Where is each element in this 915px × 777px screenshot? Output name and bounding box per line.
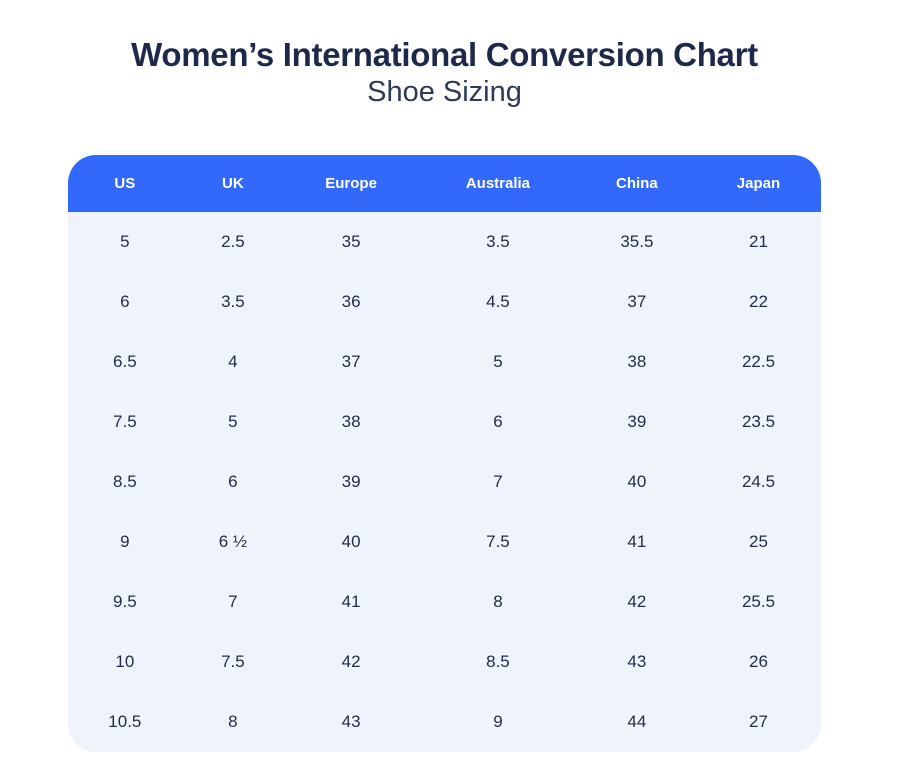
- shoe-size-conversion-table: USUKEuropeAustraliaChinaJapan 52.5353.53…: [68, 155, 821, 752]
- table-cell: 39: [284, 452, 418, 512]
- table-cell: 22: [696, 272, 821, 332]
- table-cell: 36: [284, 272, 418, 332]
- table-cell: 7.5: [418, 512, 578, 572]
- table-cell: 22.5: [696, 332, 821, 392]
- page-subtitle: Shoe Sizing: [68, 75, 821, 110]
- table-row: 63.5364.53722: [68, 272, 821, 332]
- table-cell: 41: [284, 572, 418, 632]
- table-cell: 6.5: [68, 332, 182, 392]
- table-row: 52.5353.535.521: [68, 212, 821, 272]
- table-cell: 38: [284, 392, 418, 452]
- table-cell: 8.5: [68, 452, 182, 512]
- table-row: 7.553863923.5: [68, 392, 821, 452]
- table-row: 9.574184225.5: [68, 572, 821, 632]
- table-row: 10.584394427: [68, 692, 821, 752]
- table-cell: 6: [68, 272, 182, 332]
- column-header-uk: UK: [182, 155, 284, 212]
- table-cell: 21: [696, 212, 821, 272]
- table-cell: 42: [284, 632, 418, 692]
- table-cell: 3.5: [418, 212, 578, 272]
- table-cell: 40: [578, 452, 696, 512]
- table-cell: 35.5: [578, 212, 696, 272]
- table-cell: 43: [578, 632, 696, 692]
- table-cell: 38: [578, 332, 696, 392]
- table-cell: 6: [182, 452, 284, 512]
- table-cell: 8.5: [418, 632, 578, 692]
- table-cell: 44: [578, 692, 696, 752]
- table-row: 96 ½407.54125: [68, 512, 821, 572]
- table-cell: 37: [284, 332, 418, 392]
- conversion-table-wrapper: USUKEuropeAustraliaChinaJapan 52.5353.53…: [68, 155, 821, 752]
- table-cell: 6: [418, 392, 578, 452]
- table-cell: 35: [284, 212, 418, 272]
- table-cell: 9: [68, 512, 182, 572]
- table-cell: 24.5: [696, 452, 821, 512]
- table-cell: 10.5: [68, 692, 182, 752]
- table-cell: 42: [578, 572, 696, 632]
- page-title: Women’s International Conversion Chart: [68, 34, 821, 75]
- table-header-row: USUKEuropeAustraliaChinaJapan: [68, 155, 821, 212]
- table-body: 52.5353.535.52163.5364.537226.543753822.…: [68, 212, 821, 752]
- table-cell: 5: [182, 392, 284, 452]
- table-cell: 8: [418, 572, 578, 632]
- table-cell: 7: [418, 452, 578, 512]
- table-head: USUKEuropeAustraliaChinaJapan: [68, 155, 821, 212]
- page: Women’s International Conversion Chart S…: [0, 0, 915, 777]
- table-cell: 6 ½: [182, 512, 284, 572]
- table-cell: 2.5: [182, 212, 284, 272]
- table-cell: 27: [696, 692, 821, 752]
- content-container: Women’s International Conversion Chart S…: [68, 0, 821, 752]
- table-cell: 23.5: [696, 392, 821, 452]
- table-cell: 9: [418, 692, 578, 752]
- table-row: 107.5428.54326: [68, 632, 821, 692]
- table-cell: 4.5: [418, 272, 578, 332]
- column-header-us: US: [68, 155, 182, 212]
- table-row: 6.543753822.5: [68, 332, 821, 392]
- table-cell: 7.5: [182, 632, 284, 692]
- column-header-australia: Australia: [418, 155, 578, 212]
- table-cell: 37: [578, 272, 696, 332]
- table-cell: 41: [578, 512, 696, 572]
- heading: Women’s International Conversion Chart S…: [68, 0, 821, 110]
- table-cell: 26: [696, 632, 821, 692]
- table-cell: 7: [182, 572, 284, 632]
- table-cell: 25: [696, 512, 821, 572]
- table-cell: 5: [418, 332, 578, 392]
- table-cell: 3.5: [182, 272, 284, 332]
- column-header-europe: Europe: [284, 155, 418, 212]
- table-cell: 39: [578, 392, 696, 452]
- table-cell: 10: [68, 632, 182, 692]
- table-cell: 40: [284, 512, 418, 572]
- table-cell: 8: [182, 692, 284, 752]
- table-cell: 43: [284, 692, 418, 752]
- table-cell: 9.5: [68, 572, 182, 632]
- table-cell: 5: [68, 212, 182, 272]
- table-cell: 4: [182, 332, 284, 392]
- column-header-japan: Japan: [696, 155, 821, 212]
- table-row: 8.563974024.5: [68, 452, 821, 512]
- table-cell: 25.5: [696, 572, 821, 632]
- column-header-china: China: [578, 155, 696, 212]
- table-cell: 7.5: [68, 392, 182, 452]
